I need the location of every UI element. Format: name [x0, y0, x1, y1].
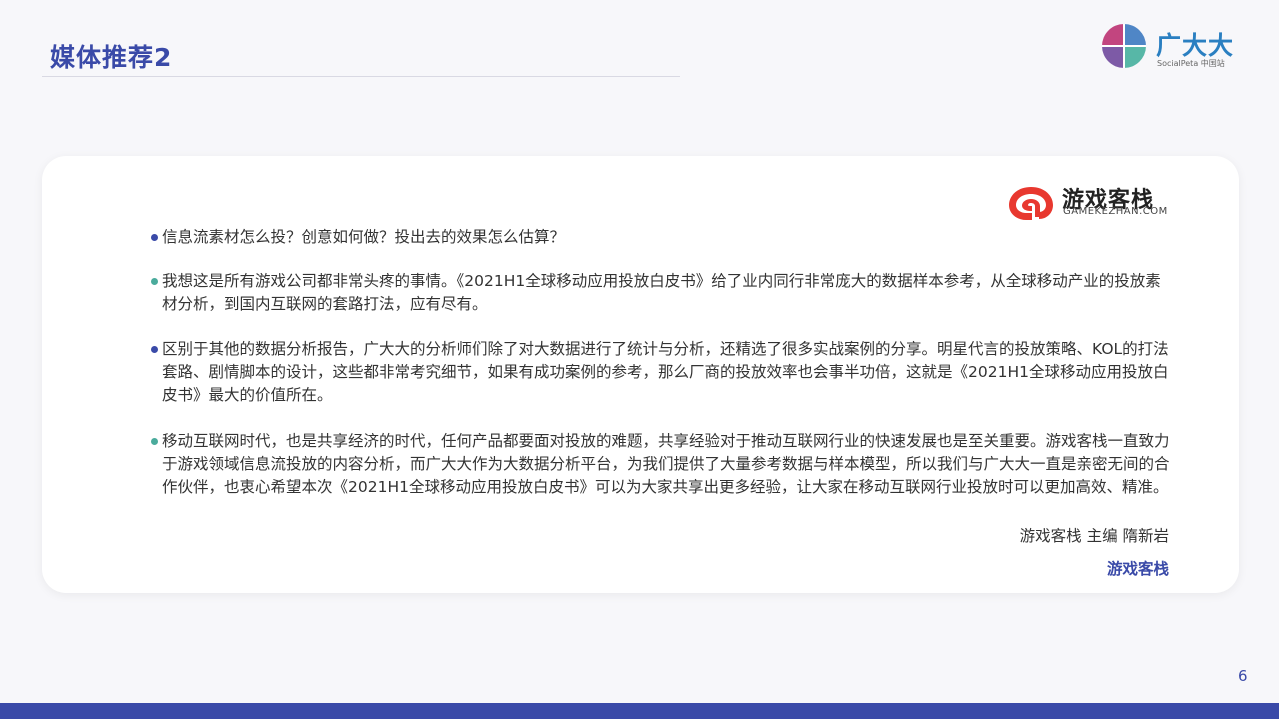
- signature: 游戏客栈 主编 隋新岩: [1019, 527, 1169, 545]
- gamekezhan-logo-icon: [1009, 187, 1053, 220]
- page-title: 媒体推荐2: [50, 43, 173, 72]
- paragraph-2: 我想这是所有游戏公司都非常头疼的事情。《2021H1全球移动应用投放白皮书》给了…: [162, 272, 1161, 313]
- bottom-bar: [0, 703, 1279, 719]
- bullet-icon: [151, 234, 158, 241]
- page-number: 6: [1238, 667, 1248, 685]
- brand-name: 广大大: [1156, 31, 1235, 60]
- bullet-icon: [151, 346, 158, 353]
- brand-subtitle: SocialPeta 中国站: [1157, 59, 1225, 68]
- bullet-icon: [151, 438, 158, 445]
- socialpeta-logo-icon: [1102, 24, 1146, 68]
- bullet-icon: [151, 278, 158, 285]
- paragraph-4: 移动互联网时代，也是共享经济的时代，任何产品都要面对投放的难题，共享经验对于推动…: [162, 432, 1170, 496]
- paragraph-1: 信息流素材怎么投？创意如何做？投出去的效果怎么估算？: [162, 228, 566, 246]
- paragraph-3: 区别于其他的数据分析报告，广大大的分析师们除了对大数据进行了统计与分析，还精选了…: [162, 340, 1169, 404]
- gamekezhan-logo-domain: GAMEKEZHAN.COM: [1063, 206, 1168, 217]
- footer-brand: 游戏客栈: [1106, 560, 1169, 578]
- title-divider: [42, 76, 680, 77]
